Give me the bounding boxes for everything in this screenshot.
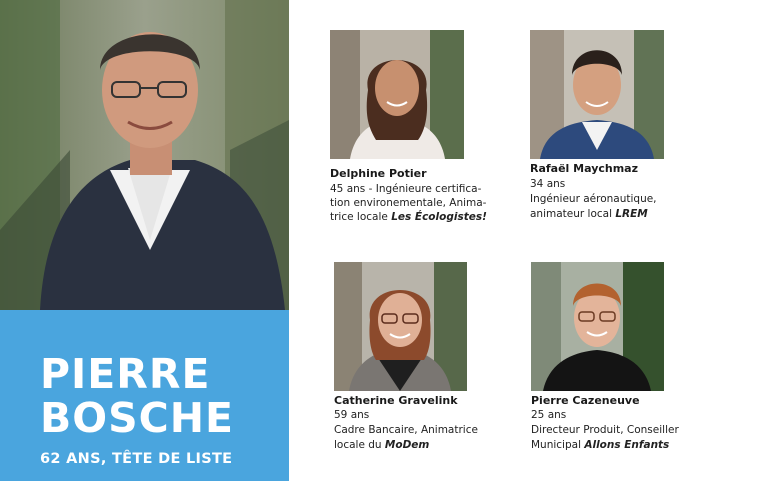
candidate-party: Allons Enfants [584, 439, 670, 451]
candidate-photo-catherine [334, 262, 467, 391]
candidate-name: Catherine Gravelink [334, 394, 458, 407]
lead-candidate-subtitle: 62 ANS, TÊTE DE LISTE [40, 451, 233, 467]
candidate-name: Pierre Cazeneuve [531, 394, 640, 407]
candidate-info-line: locale du MoDem [334, 438, 429, 453]
candidate-info-line: tion environementale, Anima- [330, 197, 487, 209]
candidate-info-line: 59 ans [334, 409, 370, 421]
candidate-info-line: 45 ans - Ingénieure certifica- [330, 183, 482, 195]
candidate-info-line: Cadre Bancaire, Animatrice [334, 424, 478, 436]
candidate-name: Delphine Potier [330, 167, 427, 180]
candidate-info-prefix: trice locale [330, 211, 392, 223]
candidate-info-line: 25 ans [531, 409, 567, 421]
lead-candidate-first-name: PIERRE [40, 350, 211, 398]
candidate-party: LREM [615, 208, 648, 220]
candidate-party: MoDem [384, 439, 430, 451]
lead-candidate-photo [0, 0, 289, 310]
candidate-info-prefix: Municipal [531, 439, 585, 451]
candidate-info-line: animateur local LREM [530, 207, 648, 222]
candidate-info-prefix: locale du [334, 439, 385, 451]
candidate-info-line: Directeur Produit, Conseiller [531, 424, 679, 436]
lead-candidate-last-name: BOSCHE [40, 394, 235, 442]
candidate-photo-pierre-cazeneuve [531, 262, 664, 391]
candidate-photo-delphine [330, 30, 464, 159]
candidate-info-line: Ingénieur aéronautique, [530, 193, 657, 205]
candidate-info-line: Municipal Allons Enfants [531, 438, 669, 453]
candidate-name: Rafaël Maychmaz [530, 162, 639, 175]
candidate-info-line: 34 ans [530, 178, 566, 190]
candidate-info-prefix: animateur local [530, 208, 616, 220]
candidate-photo-rafael [530, 30, 664, 159]
lead-candidate-panel: PIERRE BOSCHE 62 ANS, TÊTE DE LISTE [0, 310, 289, 481]
candidate-info-line: trice locale Les Écologistes! [330, 210, 487, 225]
candidate-party: Les Écologistes! [391, 211, 487, 223]
